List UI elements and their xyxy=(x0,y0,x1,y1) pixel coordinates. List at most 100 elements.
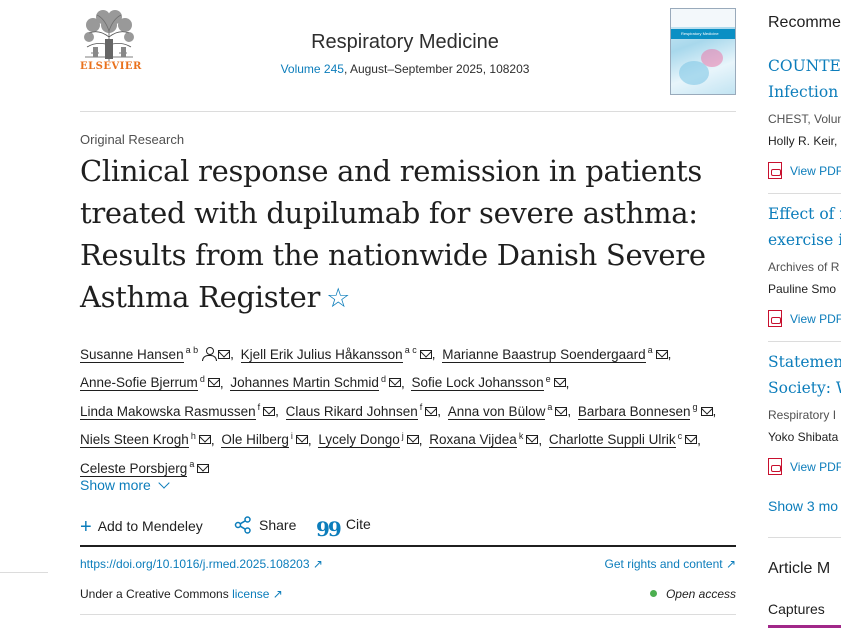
author-affiliation[interactable]: a xyxy=(648,345,653,355)
author-name[interactable]: Sofie Lock Johansson xyxy=(411,375,544,391)
envelope-icon[interactable] xyxy=(553,378,566,387)
author-name[interactable]: Marianne Baastrup Soendergaard xyxy=(442,346,646,363)
add-to-mendeley-button[interactable]: + Add to Mendeley xyxy=(80,516,203,539)
cover-top-band xyxy=(671,9,735,27)
author-affiliation[interactable]: a xyxy=(189,459,194,469)
envelope-icon[interactable] xyxy=(526,435,539,444)
doi-link[interactable]: https://doi.org/10.1016/j.rmed.2025.1082… xyxy=(80,557,323,571)
show-more-button[interactable]: Show more xyxy=(80,477,170,493)
recommended-title-link[interactable]: Effect of n exercise in xyxy=(768,201,841,253)
mendeley-label: Add to Mendeley xyxy=(97,518,203,534)
view-pdf-link[interactable]: View PDF xyxy=(768,458,841,475)
recommended-title-link[interactable]: Statement Society: W xyxy=(768,349,841,401)
author-name[interactable]: Barbara Bonnesen xyxy=(577,403,691,420)
author-name[interactable]: Ole Hilberg xyxy=(221,432,289,448)
cover-art-blob xyxy=(679,61,709,85)
author-separator: , xyxy=(697,432,701,447)
envelope-icon[interactable] xyxy=(700,406,713,416)
share-icon xyxy=(234,516,251,534)
author-affiliation[interactable]: d xyxy=(200,374,205,384)
author-name[interactable]: Johannes Martin Schmid xyxy=(230,375,379,391)
author-name[interactable]: Roxana Vijdea xyxy=(429,432,517,448)
author-entry[interactable]: Lycely Dongo j, xyxy=(318,424,422,453)
cite-label: Cite xyxy=(345,516,371,532)
author-affiliation[interactable]: f xyxy=(420,402,423,412)
author-entry[interactable]: Ole Hilberg i, xyxy=(221,424,312,453)
author-separator: , xyxy=(219,375,224,390)
license-link[interactable]: license ↗ xyxy=(232,587,283,601)
envelope-icon[interactable] xyxy=(406,435,419,444)
author-name[interactable]: Claus Rikard Johnsen xyxy=(285,403,418,420)
author-name[interactable]: Susanne Hansen xyxy=(80,346,184,363)
author-entry[interactable]: Sofie Lock Johansson e, xyxy=(411,367,569,396)
author-name[interactable]: Anna von Bülow xyxy=(447,403,546,420)
volume-link[interactable]: Volume 245 xyxy=(281,62,344,76)
rights-text: Get rights and content xyxy=(604,557,723,571)
author-name[interactable]: Kjell Erik Julius Håkansson xyxy=(240,346,403,363)
author-name[interactable]: Niels Steen Krogh xyxy=(80,432,189,448)
rights-link[interactable]: Get rights and content ↗ xyxy=(605,557,736,571)
view-pdf-label: View PDF xyxy=(790,312,841,326)
envelope-icon[interactable] xyxy=(388,378,401,387)
author-entry[interactable]: Anna von Bülow a, xyxy=(447,395,571,424)
author-affiliation[interactable]: j xyxy=(402,431,404,441)
envelope-icon[interactable] xyxy=(655,349,668,359)
envelope-icon[interactable] xyxy=(197,463,210,473)
envelope-icon[interactable] xyxy=(295,435,308,444)
author-entry[interactable]: Susanne Hansen a b, xyxy=(80,338,234,367)
author-entry[interactable]: Anne-Sofie Bjerrum d, xyxy=(80,367,224,396)
captures-tab[interactable]: Captures xyxy=(768,601,825,617)
envelope-icon[interactable] xyxy=(198,435,211,444)
author-entry[interactable]: Barbara Bonnesen g, xyxy=(577,395,716,424)
author-affiliation[interactable]: a xyxy=(547,402,552,412)
author-entry[interactable]: Niels Steen Krogh h, xyxy=(80,424,215,453)
author-entry[interactable]: Roxana Vijdea k, xyxy=(429,424,542,453)
view-pdf-link[interactable]: View PDF xyxy=(768,162,841,179)
author-entry[interactable]: Linda Makowska Rasmussen f, xyxy=(80,395,279,424)
person-icon[interactable] xyxy=(202,346,218,361)
author-name[interactable]: Anne-Sofie Bjerrum xyxy=(80,375,198,391)
show-more-recommended-button[interactable]: Show 3 mo xyxy=(768,498,838,514)
recommended-title-link[interactable]: COUNTER Infection C xyxy=(768,53,841,105)
star-icon[interactable]: ☆ xyxy=(326,283,350,314)
author-entry[interactable]: Kjell Erik Julius Håkansson a c, xyxy=(240,338,435,367)
author-affiliation[interactable]: c xyxy=(678,431,683,441)
author-affiliation[interactable]: k xyxy=(519,431,524,441)
view-pdf-link[interactable]: View PDF xyxy=(768,310,841,327)
author-affiliation[interactable]: i xyxy=(291,431,293,441)
envelope-icon[interactable] xyxy=(425,406,438,416)
author-name[interactable]: Lycely Dongo xyxy=(318,432,400,448)
author-affiliation[interactable]: f xyxy=(258,402,261,412)
envelope-icon[interactable] xyxy=(419,349,432,359)
author-affiliation[interactable]: a c xyxy=(405,345,417,355)
rec-title-line: COUNTER xyxy=(768,57,841,75)
journal-cover-image[interactable]: Respiratory Medicine xyxy=(670,8,736,95)
chevron-down-icon xyxy=(158,477,170,489)
envelope-icon[interactable] xyxy=(207,378,220,387)
envelope-icon[interactable] xyxy=(263,406,276,416)
author-name[interactable]: Charlotte Suppli Ulrik xyxy=(548,432,676,448)
author-entry[interactable]: Marianne Baastrup Soendergaard a, xyxy=(442,338,671,367)
author-separator: , xyxy=(210,432,215,447)
envelope-icon[interactable] xyxy=(218,349,231,359)
author-affiliation[interactable]: h xyxy=(191,431,196,441)
author-affiliation[interactable]: a b xyxy=(186,345,199,355)
cite-button[interactable]: 99 Cite xyxy=(316,516,371,541)
author-entry[interactable]: Claus Rikard Johnsen f, xyxy=(285,395,441,424)
envelope-icon[interactable] xyxy=(555,406,568,416)
rec-authors: Holly R. Keir, xyxy=(768,134,838,148)
share-button[interactable]: Share xyxy=(234,516,296,534)
open-access-label: Open access xyxy=(665,587,736,601)
author-affiliation[interactable]: e xyxy=(546,374,551,384)
author-affiliation[interactable]: g xyxy=(692,402,697,412)
rec-source: Archives of R xyxy=(768,260,840,274)
author-affiliation[interactable]: d xyxy=(381,374,386,384)
author-name[interactable]: Linda Makowska Rasmussen xyxy=(80,403,256,420)
author-entry[interactable]: Charlotte Suppli Ulrik c, xyxy=(548,424,701,453)
author-entry[interactable]: Johannes Martin Schmid d, xyxy=(230,367,405,396)
rec-title-line: Effect of n xyxy=(768,205,841,223)
author-name[interactable]: Celeste Porsbjerg xyxy=(80,460,188,477)
envelope-icon[interactable] xyxy=(685,435,698,444)
right-sidebar: Recommended articles COUNTER Infection C… xyxy=(768,0,841,637)
journal-title[interactable]: Respiratory Medicine xyxy=(250,31,560,54)
